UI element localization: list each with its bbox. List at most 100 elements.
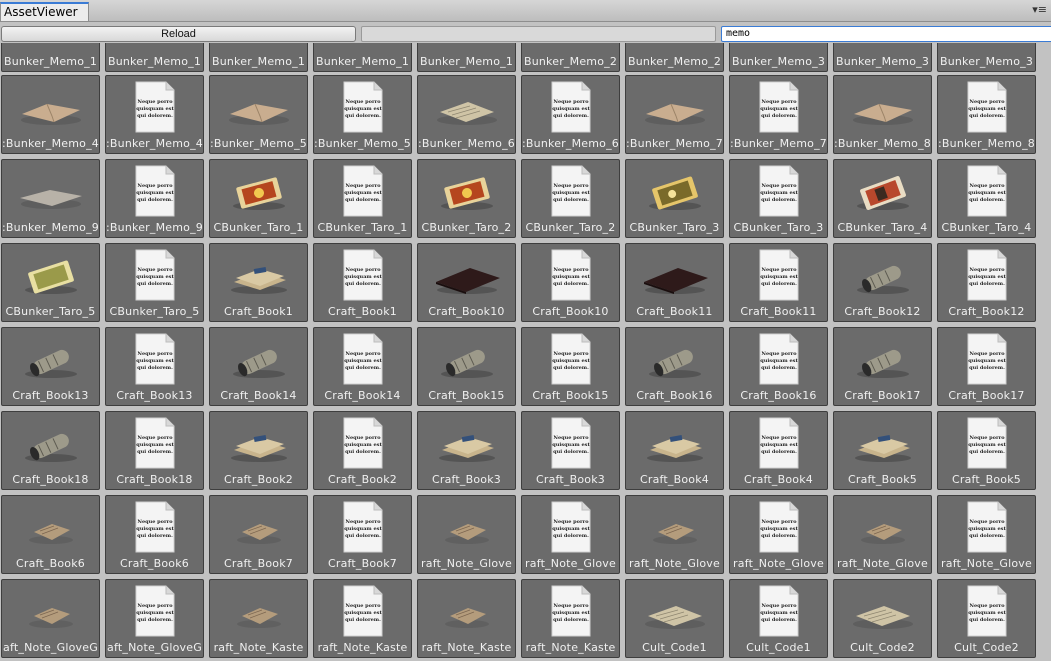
- reload-button[interactable]: Reload: [1, 26, 356, 42]
- asset-thumbnail[interactable]: raft_Note_Kaste: [417, 579, 516, 658]
- asset-thumbnail[interactable]: Neque porro quisquam est qui dolorem. :B…: [105, 159, 204, 238]
- svg-text:qui dolorem.: qui dolorem.: [345, 113, 381, 119]
- asset-thumbnail[interactable]: CBunker_Taro_1: [209, 159, 308, 238]
- asset-thumbnail[interactable]: Craft_Book18: [1, 411, 100, 490]
- asset-preview-image: [834, 244, 931, 304]
- asset-thumbnail[interactable]: Bunker_Memo_1: [417, 43, 516, 72]
- asset-thumbnail[interactable]: aft_Note_GloveG: [1, 579, 100, 658]
- asset-thumbnail[interactable]: Neque porro quisquam est qui dolorem. Cr…: [105, 327, 204, 406]
- asset-thumbnail[interactable]: :Bunker_Memo_4: [1, 75, 100, 154]
- asset-thumbnail[interactable]: Craft_Book12: [833, 243, 932, 322]
- asset-thumbnail[interactable]: Neque porro quisquam est qui dolorem. :B…: [313, 75, 412, 154]
- asset-thumbnail[interactable]: Neque porro quisquam est qui dolorem. Cr…: [521, 243, 620, 322]
- asset-thumbnail[interactable]: Neque porro quisquam est qui dolorem. Cr…: [521, 327, 620, 406]
- asset-thumbnail[interactable]: CBunker_Taro_2: [417, 159, 516, 238]
- asset-thumbnail[interactable]: Craft_Book10: [417, 243, 516, 322]
- asset-thumbnail[interactable]: :Bunker_Memo_6: [417, 75, 516, 154]
- asset-label: CBunker_Taro_5: [5, 305, 96, 318]
- asset-thumbnail[interactable]: Bunker_Memo_1: [1, 43, 100, 72]
- menu-icon[interactable]: ▾≡: [1032, 3, 1047, 16]
- asset-thumbnail[interactable]: CBunker_Taro_5: [1, 243, 100, 322]
- asset-thumbnail[interactable]: Bunker_Memo_3: [729, 43, 828, 72]
- asset-thumbnail[interactable]: Craft_Book3: [417, 411, 516, 490]
- asset-thumbnail[interactable]: raft_Note_Glove: [833, 495, 932, 574]
- asset-thumbnail[interactable]: Neque porro quisquam est qui dolorem. Cr…: [937, 243, 1036, 322]
- asset-thumbnail[interactable]: CBunker_Taro_3: [625, 159, 724, 238]
- asset-thumbnail[interactable]: Neque porro quisquam est qui dolorem. CB…: [937, 159, 1036, 238]
- asset-thumbnail[interactable]: Neque porro quisquam est qui dolorem. ra…: [313, 579, 412, 658]
- asset-thumbnail[interactable]: Neque porro quisquam est qui dolorem. Cr…: [521, 411, 620, 490]
- asset-label: Bunker_Memo_3: [939, 55, 1034, 68]
- asset-thumbnail[interactable]: Neque porro quisquam est qui dolorem. Cu…: [729, 579, 828, 658]
- asset-preview-image: [2, 496, 99, 556]
- asset-thumbnail[interactable]: Bunker_Memo_1: [209, 43, 308, 72]
- asset-thumbnail[interactable]: Neque porro quisquam est qui dolorem. CB…: [313, 159, 412, 238]
- asset-thumbnail[interactable]: Neque porro quisquam est qui dolorem. af…: [105, 579, 204, 658]
- asset-thumbnail[interactable]: Craft_Book1: [209, 243, 308, 322]
- asset-thumbnail[interactable]: Neque porro quisquam est qui dolorem. :B…: [937, 75, 1036, 154]
- svg-text:quisquam est: quisquam est: [760, 526, 798, 532]
- asset-thumbnail[interactable]: Neque porro quisquam est qui dolorem. CB…: [521, 159, 620, 238]
- asset-thumbnail[interactable]: Craft_Book14: [209, 327, 308, 406]
- asset-label: CBunker_Taro_5: [109, 305, 200, 318]
- asset-thumbnail[interactable]: :Bunker_Memo_9: [1, 159, 100, 238]
- asset-thumbnail[interactable]: Cult_Code2: [833, 579, 932, 658]
- asset-thumbnail[interactable]: Neque porro quisquam est qui dolorem. Cu…: [937, 579, 1036, 658]
- asset-thumbnail[interactable]: Neque porro quisquam est qui dolorem. Cr…: [937, 327, 1036, 406]
- asset-thumbnail[interactable]: Bunker_Memo_2: [521, 43, 620, 72]
- asset-thumbnail[interactable]: Cult_Code1: [625, 579, 724, 658]
- asset-thumbnail[interactable]: Neque porro quisquam est qui dolorem. :B…: [105, 75, 204, 154]
- asset-label: Craft_Book17: [948, 389, 1025, 402]
- asset-thumbnail[interactable]: :Bunker_Memo_5: [209, 75, 308, 154]
- asset-thumbnail[interactable]: Neque porro quisquam est qui dolorem. ra…: [521, 495, 620, 574]
- asset-label: raft_Note_Kaste: [525, 641, 616, 654]
- asset-thumbnail[interactable]: Bunker_Memo_3: [937, 43, 1036, 72]
- svg-text:Neque porro: Neque porro: [761, 519, 797, 525]
- asset-thumbnail[interactable]: Craft_Book17: [833, 327, 932, 406]
- svg-text:quisquam est: quisquam est: [552, 610, 590, 616]
- asset-thumbnail[interactable]: Neque porro quisquam est qui dolorem. Cr…: [313, 327, 412, 406]
- asset-thumbnail[interactable]: raft_Note_Kaste: [209, 579, 308, 658]
- asset-thumbnail[interactable]: Neque porro quisquam est qui dolorem. Cr…: [313, 411, 412, 490]
- asset-thumbnail[interactable]: Bunker_Memo_1: [105, 43, 204, 72]
- asset-thumbnail[interactable]: Craft_Book16: [625, 327, 724, 406]
- asset-thumbnail[interactable]: Neque porro quisquam est qui dolorem. ra…: [521, 579, 620, 658]
- asset-thumbnail[interactable]: Craft_Book15: [417, 327, 516, 406]
- asset-thumbnail[interactable]: Bunker_Memo_2: [625, 43, 724, 72]
- asset-thumbnail[interactable]: raft_Note_Glove: [625, 495, 724, 574]
- asset-thumbnail[interactable]: Neque porro quisquam est qui dolorem. CB…: [729, 159, 828, 238]
- asset-thumbnail[interactable]: :Bunker_Memo_7: [625, 75, 724, 154]
- asset-thumbnail[interactable]: Neque porro quisquam est qui dolorem. :B…: [729, 75, 828, 154]
- tab-assetviewer[interactable]: AssetViewer: [0, 2, 89, 21]
- asset-thumbnail[interactable]: Neque porro quisquam est qui dolorem. CB…: [105, 243, 204, 322]
- asset-thumbnail[interactable]: raft_Note_Glove: [417, 495, 516, 574]
- asset-thumbnail[interactable]: Bunker_Memo_1: [313, 43, 412, 72]
- asset-thumbnail[interactable]: Neque porro quisquam est qui dolorem. Cr…: [729, 243, 828, 322]
- asset-thumbnail[interactable]: Craft_Book7: [209, 495, 308, 574]
- asset-thumbnail[interactable]: Neque porro quisquam est qui dolorem. ra…: [729, 495, 828, 574]
- asset-thumbnail[interactable]: Craft_Book13: [1, 327, 100, 406]
- filter-field[interactable]: [361, 26, 716, 42]
- asset-thumbnail[interactable]: Craft_Book6: [1, 495, 100, 574]
- asset-thumbnail[interactable]: Craft_Book5: [833, 411, 932, 490]
- svg-text:qui dolorem.: qui dolorem.: [137, 617, 173, 623]
- asset-preview-image: [834, 580, 931, 640]
- asset-thumbnail[interactable]: Neque porro quisquam est qui dolorem. Cr…: [729, 411, 828, 490]
- asset-thumbnail[interactable]: Neque porro quisquam est qui dolorem. Cr…: [105, 411, 204, 490]
- asset-thumbnail[interactable]: Neque porro quisquam est qui dolorem. Cr…: [313, 243, 412, 322]
- asset-thumbnail[interactable]: Craft_Book4: [625, 411, 724, 490]
- asset-thumbnail[interactable]: Neque porro quisquam est qui dolorem. Cr…: [729, 327, 828, 406]
- asset-thumbnail[interactable]: Neque porro quisquam est qui dolorem. Cr…: [937, 411, 1036, 490]
- asset-thumbnail[interactable]: Neque porro quisquam est qui dolorem. Cr…: [313, 495, 412, 574]
- search-input[interactable]: memo: [721, 26, 1051, 42]
- asset-thumbnail[interactable]: :Bunker_Memo_8: [833, 75, 932, 154]
- asset-thumbnail[interactable]: Neque porro quisquam est qui dolorem. ra…: [937, 495, 1036, 574]
- svg-text:Neque porro: Neque porro: [969, 603, 1005, 609]
- asset-thumbnail[interactable]: Bunker_Memo_3: [833, 43, 932, 72]
- asset-grid: Bunker_Memo_1 Bunker_Memo_1 Bunker_Memo_1 B…: [0, 43, 1051, 661]
- asset-thumbnail[interactable]: CBunker_Taro_4: [833, 159, 932, 238]
- asset-thumbnail[interactable]: Craft_Book2: [209, 411, 308, 490]
- asset-thumbnail[interactable]: Neque porro quisquam est qui dolorem. :B…: [521, 75, 620, 154]
- asset-thumbnail[interactable]: Craft_Book11: [625, 243, 724, 322]
- asset-thumbnail[interactable]: Neque porro quisquam est qui dolorem. Cr…: [105, 495, 204, 574]
